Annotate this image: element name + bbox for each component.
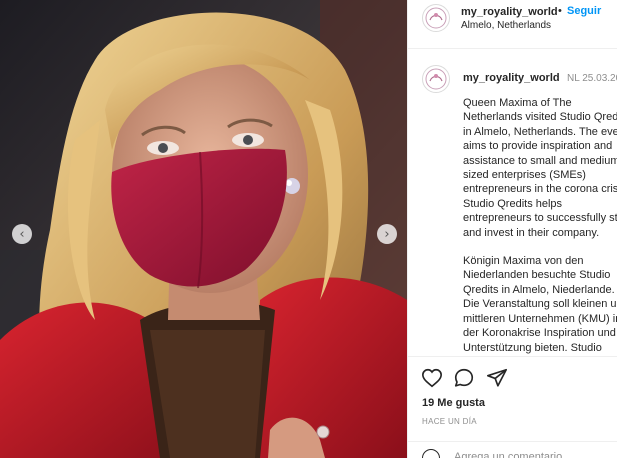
share-button[interactable] xyxy=(486,367,508,389)
previous-photo-button[interactable]: ‹ xyxy=(12,224,32,244)
caption-area[interactable]: my_royality_world NL 25.03.2021 Queen Ma… xyxy=(408,49,617,356)
post-photo: ‹ › xyxy=(0,0,407,458)
next-photo-button[interactable]: › xyxy=(377,224,397,244)
smiley-icon[interactable] xyxy=(422,449,440,458)
add-comment-row xyxy=(408,441,617,458)
like-button[interactable] xyxy=(421,367,443,389)
post-sidebar: my_royality_world • Seguir Almelo, Nethe… xyxy=(407,0,617,458)
caption-text: Queen Maxima of The Netherlands visited … xyxy=(463,96,617,356)
caption-avatar[interactable] xyxy=(422,65,450,93)
separator-dot: • xyxy=(558,5,562,17)
comment-button[interactable] xyxy=(453,367,475,389)
post-header: my_royality_world • Seguir Almelo, Nethe… xyxy=(408,0,617,49)
photo-image xyxy=(0,0,407,458)
caption-paragraph-de: Königin Maxima von den Niederlanden besu… xyxy=(463,255,617,356)
comment-bubble-icon xyxy=(454,368,474,387)
avatar-logo-icon xyxy=(425,68,447,90)
follow-button[interactable]: Seguir xyxy=(567,5,601,17)
heart-icon xyxy=(422,368,442,388)
chevron-right-icon: › xyxy=(384,226,390,242)
paper-plane-icon xyxy=(487,368,507,387)
avatar[interactable] xyxy=(422,4,450,32)
action-bar: 19 Me gusta HACE UN DÍA xyxy=(408,356,617,458)
caption-username-link[interactable]: my_royality_world xyxy=(463,72,560,84)
comment-input[interactable] xyxy=(454,451,604,458)
caption-header: my_royality_world NL 25.03.2021 xyxy=(463,68,617,86)
username-link[interactable]: my_royality_world xyxy=(461,6,558,18)
avatar-logo-icon xyxy=(425,7,447,29)
chevron-left-icon: ‹ xyxy=(19,226,25,242)
caption-paragraph-en: Queen Maxima of The Netherlands visited … xyxy=(463,97,617,239)
post-age: HACE UN DÍA xyxy=(422,417,477,426)
likes-count[interactable]: 19 Me gusta xyxy=(422,397,485,409)
caption-time: NL 25.03.2021 xyxy=(567,73,617,84)
location-link[interactable]: Almelo, Netherlands xyxy=(461,20,551,31)
